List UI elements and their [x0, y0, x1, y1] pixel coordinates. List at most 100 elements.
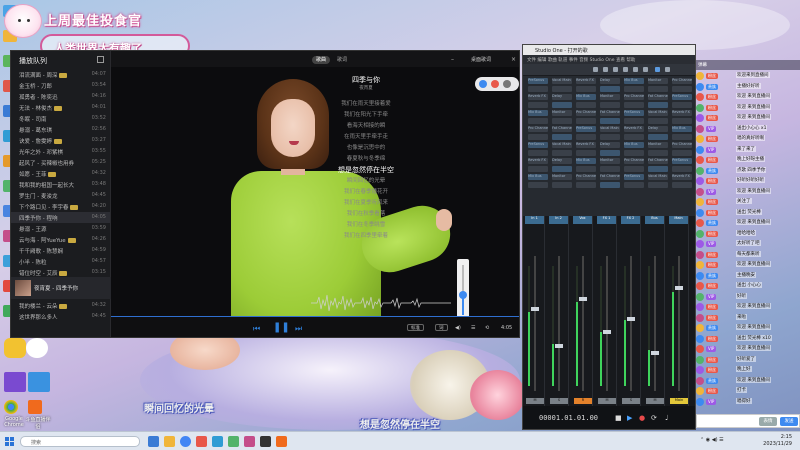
daw-clip[interactable]	[552, 102, 572, 108]
snap-icon[interactable]	[655, 67, 660, 72]
user-avatar[interactable]	[696, 177, 704, 185]
chat-message[interactable]: 粉丝 好听爱了	[696, 355, 800, 366]
daw-clip[interactable]: Monitor	[552, 174, 572, 180]
chat-message[interactable]: 贵族 欢迎 来到直播间	[696, 376, 800, 387]
previous-icon[interactable]: ⏮	[253, 324, 260, 334]
daw-clip[interactable]: Vocal Main	[552, 142, 572, 148]
volume-icon[interactable]: ◀)	[455, 325, 461, 331]
daw-clip[interactable]: Delay	[600, 142, 620, 148]
zoom-icon[interactable]	[665, 67, 670, 72]
user-avatar[interactable]	[696, 303, 704, 311]
lyric-line[interactable]: 我们在秋季看落	[291, 209, 441, 217]
daw-clip[interactable]: Fat Channel	[600, 174, 620, 180]
queue-song-item[interactable]: 孤勇者 - 陈奕迅 04:16	[11, 91, 110, 102]
desktop-icon-app[interactable]	[28, 372, 50, 392]
current-lyric-line[interactable]: 想是忽然停在半空	[291, 165, 441, 175]
chat-message[interactable]: 粉丝 欢迎来到直播间	[696, 72, 800, 82]
queue-song-item[interactable]: 云与海 - 阿YueYue 04:26	[11, 234, 110, 245]
queue-song-item[interactable]: 我和我的祖国一起长大 03:48	[11, 179, 110, 190]
daw-clip[interactable]	[624, 182, 644, 188]
user-avatar[interactable]	[696, 229, 704, 238]
daw-clip[interactable]	[600, 102, 620, 108]
user-avatar[interactable]	[696, 72, 704, 80]
user-avatar[interactable]	[696, 376, 704, 385]
channel-footer-button[interactable]: R	[574, 398, 592, 404]
desktop-lyrics-toggle[interactable]: 桌面歌词	[471, 56, 491, 63]
queue-song-item[interactable]: 泪流满面 - 周深 04:07	[11, 69, 110, 80]
user-avatar[interactable]	[696, 397, 704, 406]
chat-message[interactable]: 粉丝 送出 荧光棒 x10	[696, 334, 800, 345]
daw-clip[interactable]: Reverb FX	[528, 158, 548, 164]
daw-clip[interactable]	[600, 166, 620, 172]
daw-clip[interactable]: Monitor	[600, 158, 620, 164]
daw-loop-icon[interactable]: ⟳	[651, 414, 657, 422]
lyric-line[interactable]: 我们在阳光下手牵	[291, 110, 441, 118]
user-avatar[interactable]	[696, 240, 704, 248]
taskbar-app-icon[interactable]	[276, 436, 287, 447]
taskbar-clock[interactable]: 2:15 2023/11/29	[763, 434, 792, 448]
user-avatar[interactable]	[696, 355, 704, 364]
daw-clip[interactable]	[672, 150, 692, 156]
chat-message[interactable]: 粉丝 欢迎 来到直播间	[696, 103, 800, 114]
user-avatar[interactable]	[696, 114, 704, 122]
daw-clip[interactable]	[648, 150, 668, 156]
daw-clip[interactable]	[672, 182, 692, 188]
quality-button[interactable]: 标准	[407, 324, 424, 331]
daw-clip[interactable]: PreSonus	[672, 158, 692, 164]
chat-message[interactable]: 粉丝 每天都来听	[696, 250, 800, 261]
user-avatar[interactable]	[696, 198, 704, 206]
user-avatar[interactable]	[696, 387, 704, 395]
user-avatar[interactable]	[696, 250, 704, 259]
user-avatar[interactable]	[696, 345, 704, 353]
queue-song-item[interactable]: 起风了 - 买辣椒也用券 05:25	[11, 157, 110, 168]
chat-message[interactable]: 粉丝 晚上好	[696, 366, 800, 376]
chat-message[interactable]: 贵族 主播晚安	[696, 271, 800, 282]
user-avatar[interactable]	[696, 166, 704, 175]
daw-play-icon[interactable]: ▶	[627, 414, 632, 422]
daw-clip[interactable]: Reverb FX	[576, 78, 596, 84]
daw-clip[interactable]: Mix Bus	[672, 126, 692, 132]
channel-name[interactable]: FX 1	[597, 216, 616, 224]
daw-clip[interactable]: Vocal Main	[648, 174, 668, 180]
queue-song-item[interactable]: 诀爱 - 詹雯婷 03:27	[11, 135, 110, 146]
fader-handle[interactable]	[555, 343, 563, 348]
user-avatar[interactable]	[696, 282, 704, 290]
user-avatar[interactable]	[696, 135, 704, 143]
daw-clip[interactable]: Reverb FX	[528, 94, 548, 100]
daw-clip[interactable]: Fat Channel	[648, 94, 668, 100]
daw-clip[interactable]: PreSonus	[672, 94, 692, 100]
daw-clip[interactable]	[624, 166, 644, 172]
daw-clip[interactable]	[576, 166, 596, 172]
daw-clip[interactable]	[624, 86, 644, 92]
daw-clip[interactable]: Reverb FX	[672, 174, 692, 180]
user-avatar[interactable]	[696, 82, 704, 91]
desktop-icon-game[interactable]	[4, 372, 26, 392]
daw-clip[interactable]	[624, 134, 644, 140]
channel-name[interactable]: Main	[669, 216, 688, 224]
chat-message[interactable]: 贵族 点歌 四季予你	[696, 166, 800, 177]
lyric-line[interactable]: 在雨天里手牵手走	[291, 132, 441, 140]
daw-clip[interactable]: PreSonus	[528, 142, 548, 148]
chat-message[interactable]: 贵族 欢迎 来到直播间	[696, 219, 800, 229]
minimize-icon[interactable]: –	[451, 56, 458, 63]
start-icon[interactable]	[5, 437, 14, 446]
queue-song-item[interactable]: 罗生门 - 麦浚龙 04:45	[11, 190, 110, 201]
chat-message[interactable]: 粉丝 来啦	[696, 313, 800, 324]
range-tool-icon[interactable]	[603, 67, 608, 72]
daw-clip[interactable]	[528, 166, 548, 172]
daw-clip[interactable]	[624, 102, 644, 108]
chat-message[interactable]: 贵族 欢迎 来到直播间	[696, 324, 800, 334]
daw-clip[interactable]	[552, 86, 572, 92]
chat-message[interactable]: 粉丝 欢迎 来到直播间	[696, 303, 800, 313]
daw-clip[interactable]: Mix Bus	[624, 78, 644, 84]
chat-message[interactable]: 粉丝 送出 小心心	[696, 282, 800, 292]
user-avatar[interactable]	[696, 366, 704, 374]
channel-name[interactable]: Vox	[573, 216, 592, 224]
daw-menubar[interactable]: 文件 编辑 歌曲 轨道 事件 音频 Studio One 查看 帮助	[523, 55, 695, 64]
next-icon[interactable]: ⏭	[295, 324, 302, 334]
daw-clip[interactable]: Pro Channel	[672, 142, 692, 148]
playlist-icon[interactable]: ☰	[471, 325, 475, 331]
chat-message[interactable]: 粉丝 打卡	[696, 387, 800, 397]
queue-song-item[interactable]: 冬眠 - 司南 03:52	[11, 113, 110, 124]
paint-tool-icon[interactable]	[633, 67, 638, 72]
